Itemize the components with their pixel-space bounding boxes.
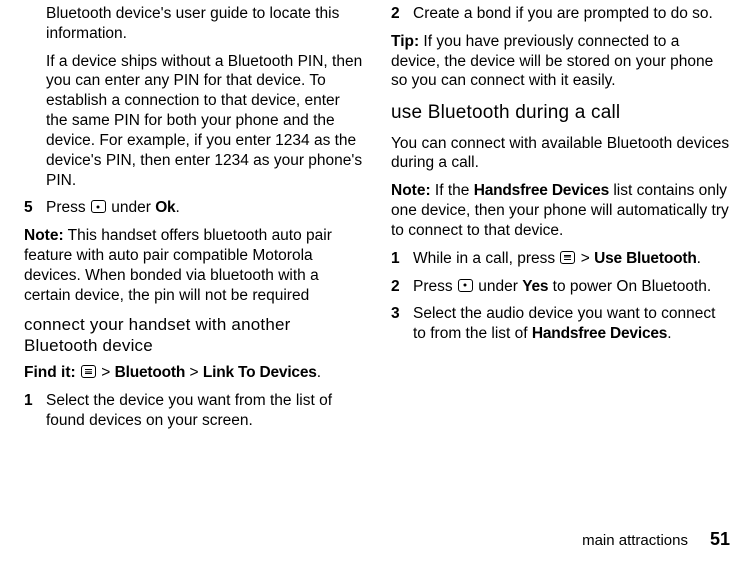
text: . [317,364,321,381]
text: Press [46,199,90,216]
page-columns: Bluetooth device's user guide to locate … [0,0,754,439]
ui-label-handsfree-devices: Handsfree Devices [532,325,667,342]
heading-connect-handset: connect your handset with another Blueto… [24,314,363,358]
step-number: 2 [391,4,413,24]
step-3: 3 Select the audio device you want to co… [391,304,730,344]
ui-label-bluetooth: Bluetooth [115,364,186,381]
ui-label-handsfree-devices: Handsfree Devices [474,182,609,199]
footer-section-title: main attractions [582,532,688,549]
softkey-icon [458,279,473,292]
tip-text: If you have previously connected to a de… [391,33,713,90]
step-2b: 2 Press under Yes to power On Bluetooth. [391,277,730,297]
paragraph: You can connect with available Bluetooth… [391,134,730,174]
note-paragraph: Note: If the Handsfree Devices list cont… [391,181,730,240]
step-text: Select the device you want from the list… [46,391,363,431]
text: > [97,364,115,381]
paragraph: Bluetooth device's user guide to locate … [24,4,363,44]
note-paragraph: Note: This handset offers bluetooth auto… [24,226,363,305]
step-5: 5 Press under Ok. [24,198,363,218]
step-number: 2 [391,277,413,297]
step-text: Create a bond if you are prompted to do … [413,4,730,24]
step-2: 2 Create a bond if you are prompted to d… [391,4,730,24]
text: . [175,199,179,216]
note-label: Note: [391,182,431,199]
step-1: 1 Select the device you want from the li… [24,391,363,431]
right-column: 2 Create a bond if you are prompted to d… [391,4,730,439]
paragraph: If a device ships without a Bluetooth PI… [24,52,363,191]
page-footer: main attractions 51 [582,529,730,550]
heading-use-bluetooth-call: use Bluetooth during a call [391,101,730,125]
text: . [697,250,701,267]
text: under [474,278,522,295]
step-text: Press under Ok. [46,198,363,218]
text: to power On Bluetooth. [548,278,711,295]
note-text: This handset offers bluetooth auto pair … [24,227,332,303]
text: While in a call, press [413,250,559,267]
note-label: Note: [24,227,64,244]
ui-label-link-to-devices: Link To Devices [203,364,317,381]
menu-key-icon [81,365,96,378]
tip-paragraph: Tip: If you have previously connected to… [391,32,730,91]
softkey-icon [91,200,106,213]
step-text: While in a call, press > Use Bluetooth. [413,249,730,269]
ui-label-yes: Yes [522,278,548,295]
text: If the [431,182,474,199]
tip-label: Tip: [391,33,419,50]
step-text: Press under Yes to power On Bluetooth. [413,277,730,297]
text: > [185,364,203,381]
menu-key-icon [560,251,575,264]
text: . [667,325,671,342]
step-text: Select the audio device you want to conn… [413,304,730,344]
text: under [107,199,155,216]
footer-page-number: 51 [710,529,730,550]
left-column: Bluetooth device's user guide to locate … [24,4,363,439]
find-it-line: Find it: > Bluetooth > Link To Devices. [24,363,363,383]
find-it-label: Find it: [24,364,80,381]
step-1: 1 While in a call, press > Use Bluetooth… [391,249,730,269]
step-number: 1 [24,391,46,431]
ui-label-use-bluetooth: Use Bluetooth [594,250,696,267]
step-number: 1 [391,249,413,269]
ui-label-ok: Ok [155,199,175,216]
step-number: 3 [391,304,413,344]
step-number: 5 [24,198,46,218]
text: > [576,250,594,267]
text: Press [413,278,457,295]
